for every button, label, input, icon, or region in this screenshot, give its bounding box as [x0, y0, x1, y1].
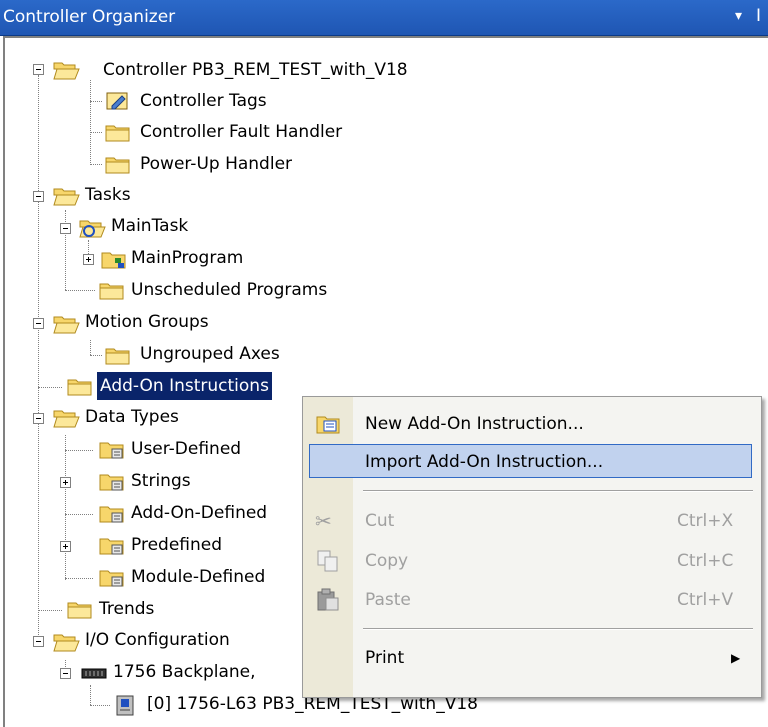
collapse-data-types-icon[interactable] — [33, 413, 44, 424]
tree-item-backplane[interactable]: 1756 Backplane, — [110, 658, 259, 686]
folder-icon — [105, 125, 130, 142]
main-task-icon — [79, 220, 106, 238]
data-type-icon — [99, 506, 124, 523]
tree-item-user-defined[interactable]: User-Defined — [128, 435, 244, 463]
collapse-maintask-icon[interactable] — [60, 223, 71, 234]
expand-predefined-icon[interactable] — [60, 541, 71, 552]
expand-strings-icon[interactable] — [60, 477, 71, 488]
tree-item-motion-groups[interactable]: Motion Groups — [82, 308, 212, 336]
tree-item-main-program[interactable]: MainProgram — [128, 244, 246, 272]
menu-item-import-add-on-instruction[interactable]: Import Add-On Instruction... — [309, 444, 752, 478]
tree-item-data-types[interactable]: Data Types — [82, 403, 182, 431]
folder-open-icon — [53, 188, 80, 206]
menu-separator — [363, 628, 753, 630]
tree-item-trends[interactable]: Trends — [96, 595, 157, 623]
expand-mainprogram-icon[interactable] — [83, 254, 94, 265]
collapse-motion-groups-icon[interactable] — [33, 318, 44, 329]
tree-item-add-on-instructions[interactable]: Add-On Instructions — [96, 371, 273, 401]
menu-item-new-add-on-instruction[interactable]: New Add-On Instruction... — [303, 407, 761, 441]
main-program-icon — [101, 252, 126, 269]
tree-item-power-up-handler[interactable]: Power-Up Handler — [137, 150, 295, 178]
collapse-tasks-icon[interactable] — [33, 191, 44, 202]
context-menu: New Add-On Instruction... Import Add-On … — [302, 396, 762, 698]
folder-icon — [105, 348, 130, 365]
collapse-backplane-icon[interactable] — [60, 668, 71, 679]
collapse-controller-icon[interactable] — [33, 64, 44, 75]
clipboard-icon — [317, 588, 339, 611]
data-type-icon — [99, 538, 124, 555]
tree-item-add-on-defined[interactable]: Add-On-Defined — [128, 499, 270, 527]
data-type-icon — [99, 442, 124, 459]
folder-icon — [67, 379, 92, 396]
folder-icon — [105, 157, 130, 174]
folder-icon — [99, 283, 124, 300]
data-type-icon — [99, 570, 124, 587]
folder-open-icon — [53, 634, 80, 652]
copy-icon — [317, 550, 338, 572]
folder-icon — [67, 602, 92, 619]
tree-item-ungrouped-axes[interactable]: Ungrouped Axes — [137, 340, 283, 368]
backplane-icon — [81, 668, 107, 679]
tree-item-main-task[interactable]: MainTask — [108, 212, 191, 240]
menu-item-copy[interactable]: Copy Ctrl+C — [303, 544, 761, 578]
tree-item-unscheduled-programs[interactable]: Unscheduled Programs — [128, 276, 330, 304]
menu-separator — [363, 490, 753, 492]
submenu-arrow-icon: ▶ — [731, 651, 741, 665]
tree-item-strings[interactable]: Strings — [128, 467, 194, 495]
tree-item-predefined[interactable]: Predefined — [128, 531, 225, 559]
tree-item-controller-fault-handler[interactable]: Controller Fault Handler — [137, 118, 345, 146]
tree-item-tasks[interactable]: Tasks — [82, 181, 134, 209]
menu-item-print[interactable]: Print ▶ — [303, 641, 761, 675]
data-type-icon — [99, 474, 124, 491]
menu-item-paste[interactable]: Paste Ctrl+V — [303, 583, 761, 617]
tree-item-controller[interactable]: Controller PB3_REM_TEST_with_V18 — [100, 56, 411, 84]
tree-item-module-defined[interactable]: Module-Defined — [128, 563, 268, 591]
collapse-io-configuration-icon[interactable] — [33, 636, 44, 647]
tree-item-io-configuration[interactable]: I/O Configuration — [82, 626, 233, 654]
controller-tags-icon — [106, 92, 128, 110]
controller-module-icon — [116, 695, 134, 716]
tree-item-controller-tags[interactable]: Controller Tags — [137, 87, 270, 115]
menu-item-cut[interactable]: ✂ Cut Ctrl+X — [303, 504, 761, 538]
folder-open-icon — [53, 316, 80, 334]
folder-open-icon — [53, 410, 80, 428]
folder-open-icon — [53, 62, 80, 80]
new-aoi-icon — [316, 416, 340, 434]
scissors-icon: ✂ — [315, 509, 332, 533]
